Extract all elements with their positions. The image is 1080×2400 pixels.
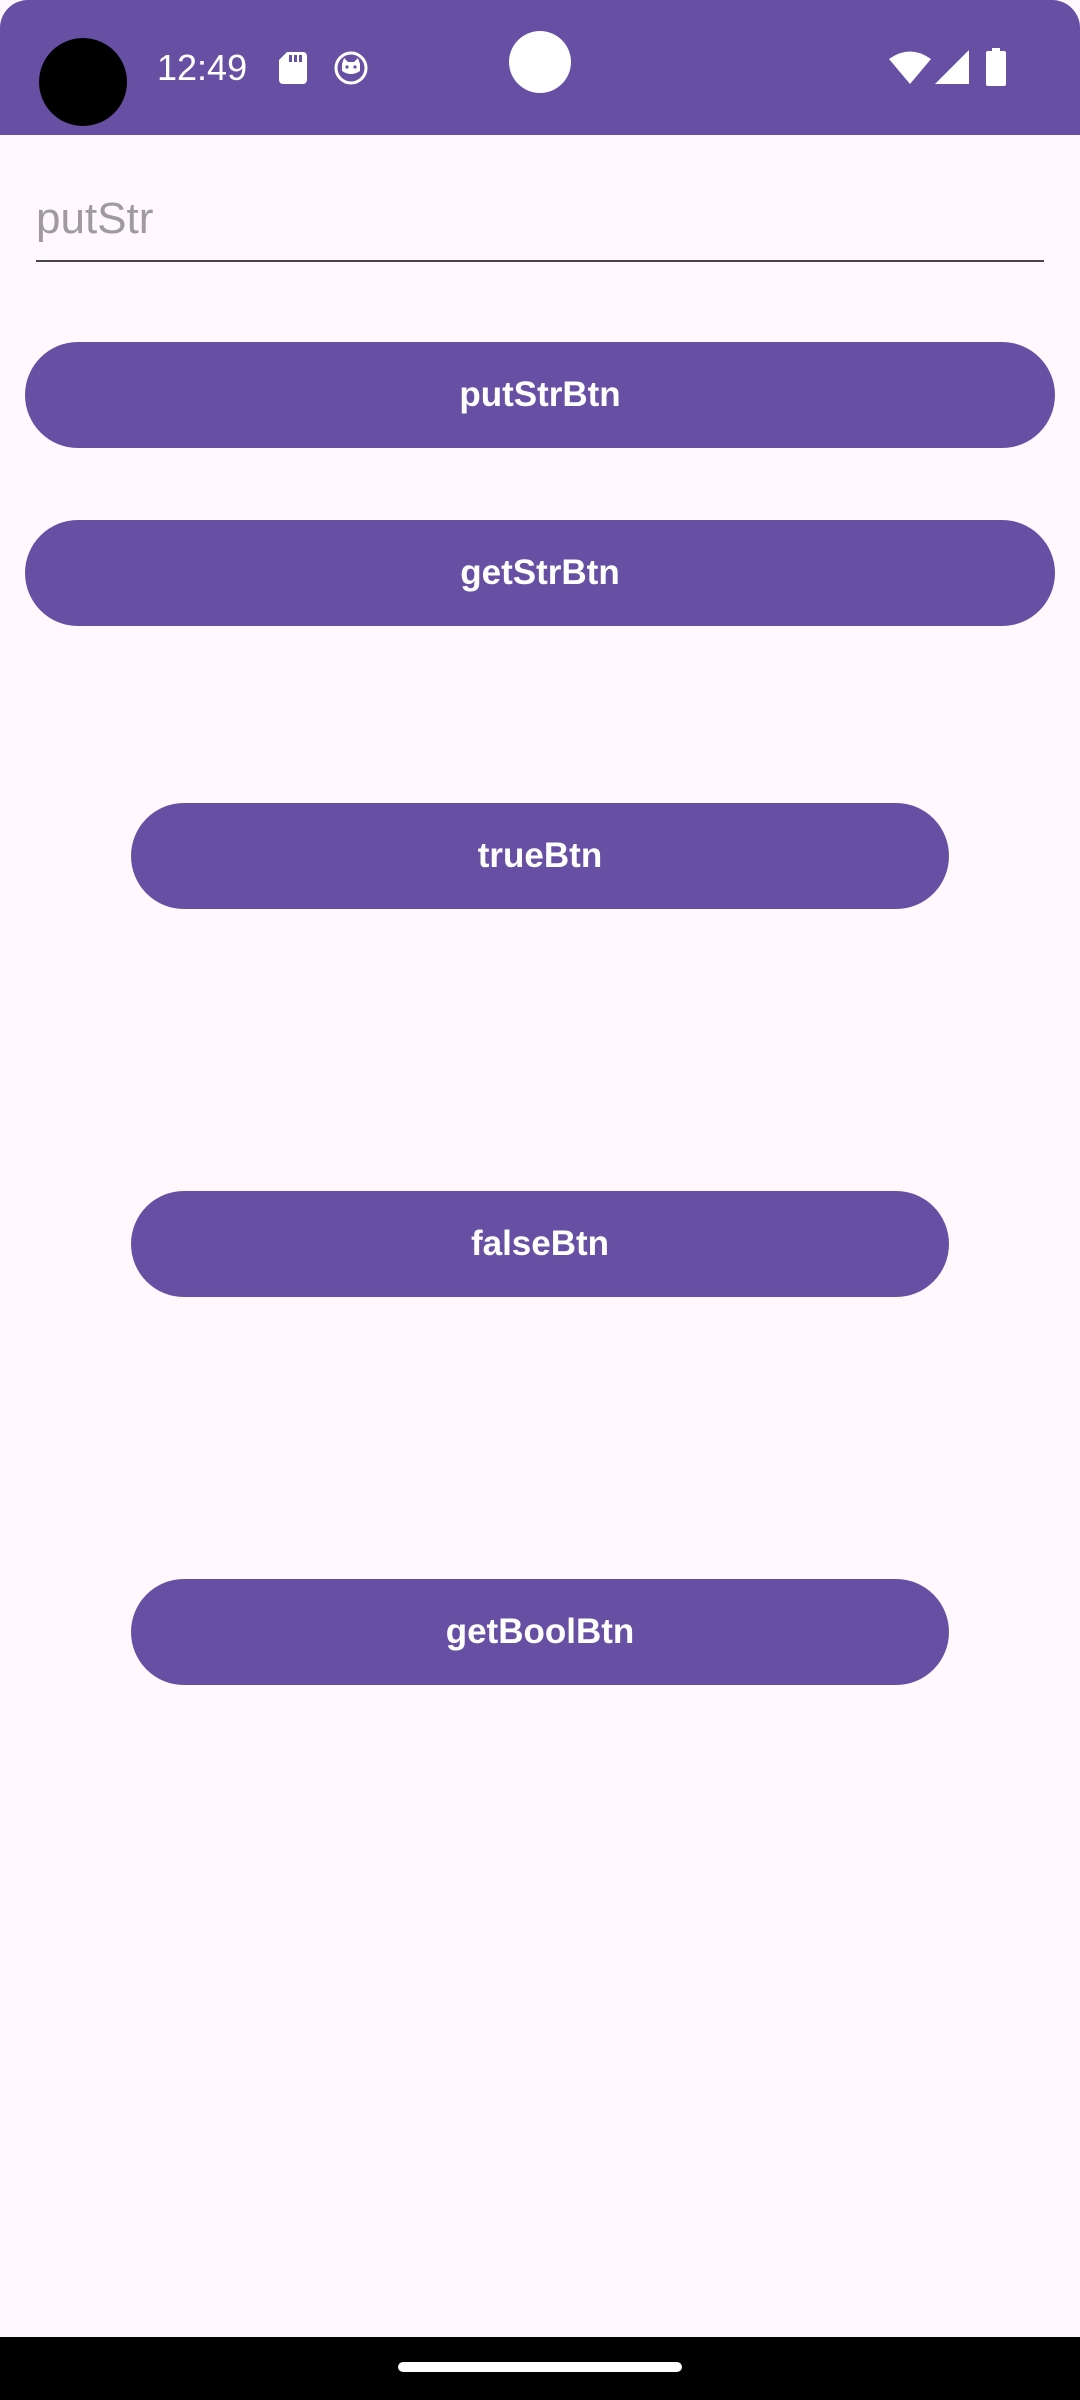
status-bar: 12:49 bbox=[0, 0, 1080, 135]
signal-icon bbox=[935, 50, 969, 84]
put-str-input[interactable] bbox=[36, 180, 1044, 258]
wifi-icon bbox=[889, 51, 931, 84]
cat-icon bbox=[334, 51, 368, 85]
get-bool-button[interactable]: getBoolBtn bbox=[131, 1579, 949, 1685]
home-gesture-handle[interactable] bbox=[398, 2362, 682, 2372]
battery-icon bbox=[986, 48, 1006, 86]
put-str-field[interactable] bbox=[36, 180, 1044, 262]
center-dot bbox=[509, 31, 571, 93]
app-screen: 12:49 putStrBtn getStrBtn bbox=[0, 0, 1080, 2400]
false-button[interactable]: falseBtn bbox=[131, 1191, 949, 1297]
camera-cutout bbox=[39, 38, 127, 126]
true-button[interactable]: trueBtn bbox=[131, 803, 949, 909]
put-str-button[interactable]: putStrBtn bbox=[25, 342, 1055, 448]
status-time: 12:49 bbox=[157, 47, 248, 88]
get-str-button[interactable]: getStrBtn bbox=[25, 520, 1055, 626]
sd-card-icon bbox=[279, 52, 307, 84]
navigation-bar bbox=[0, 2337, 1080, 2400]
